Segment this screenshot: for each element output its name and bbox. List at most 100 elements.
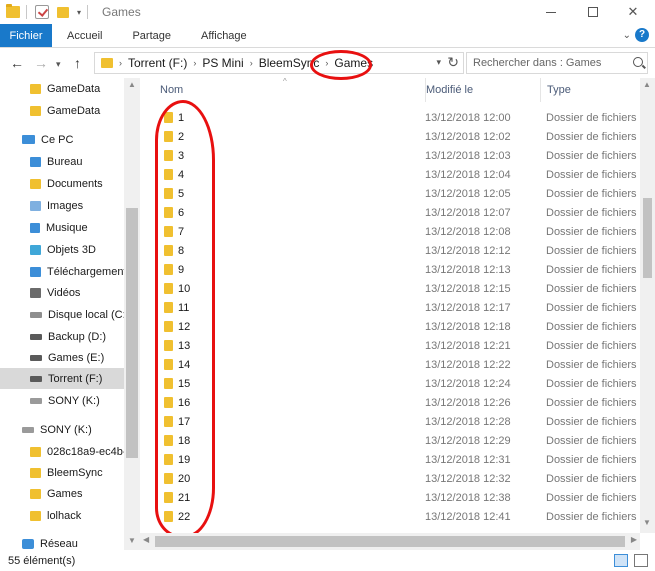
- sidebar-item-objets-3d[interactable]: Objets 3D: [0, 239, 124, 260]
- file-date: 13/12/2018 12:31: [425, 453, 511, 466]
- table-row[interactable]: 15 13/12/2018 12:24 Dossier de fichiers: [140, 374, 640, 393]
- scrollbar-thumb[interactable]: [155, 536, 625, 547]
- sidebar-item-bleemsync[interactable]: BleemSync: [0, 462, 124, 483]
- scroll-up-icon[interactable]: ▲: [643, 80, 651, 89]
- table-row[interactable]: 13 13/12/2018 12:21 Dossier de fichiers: [140, 336, 640, 355]
- new-folder-icon[interactable]: [57, 6, 69, 18]
- minimize-button[interactable]: [528, 0, 574, 24]
- sidebar-item-gamedata[interactable]: GameData: [0, 100, 124, 121]
- sidebar-item-telechargements[interactable]: Téléchargements: [0, 261, 124, 282]
- table-row[interactable]: 6 13/12/2018 12:07 Dossier de fichiers: [140, 203, 640, 222]
- scroll-down-icon[interactable]: ▼: [643, 518, 651, 527]
- table-row[interactable]: 2 13/12/2018 12:02 Dossier de fichiers: [140, 127, 640, 146]
- sidebar-item-sony-root[interactable]: SONY (K:): [0, 419, 124, 440]
- scrollbar-thumb[interactable]: [643, 198, 652, 278]
- table-row[interactable]: 8 13/12/2018 12:12 Dossier de fichiers: [140, 241, 640, 260]
- horizontal-scrollbar[interactable]: ◀ ▶: [140, 533, 640, 550]
- file-list: ^ Nom Modifié le Type 1 13/12/2018 12:00 D…: [140, 78, 640, 533]
- table-row[interactable]: 22 13/12/2018 12:41 Dossier de fichiers: [140, 507, 640, 526]
- scroll-up-icon[interactable]: ▲: [128, 80, 136, 89]
- breadcrumb-ps-mini[interactable]: PS Mini: [202, 56, 243, 70]
- tab-affichage[interactable]: Affichage: [186, 24, 262, 47]
- table-row[interactable]: 14 13/12/2018 12:22 Dossier de fichiers: [140, 355, 640, 374]
- scroll-down-icon[interactable]: ▼: [128, 536, 136, 545]
- column-header-name[interactable]: Nom: [160, 78, 420, 102]
- breadcrumb-chevron-icon[interactable]: ›: [119, 58, 122, 68]
- sidebar-item-gamedata[interactable]: GameData: [0, 78, 124, 99]
- back-arrow-icon[interactable]: ←: [10, 55, 24, 71]
- file-date: 13/12/2018 12:28: [425, 415, 511, 428]
- breadcrumb-chevron-icon[interactable]: ›: [193, 58, 196, 68]
- tab-accueil[interactable]: Accueil: [52, 24, 117, 47]
- table-row[interactable]: 20 13/12/2018 12:32 Dossier de fichiers: [140, 469, 640, 488]
- sidebar-item-games-folder[interactable]: Games: [0, 483, 124, 504]
- sidebar-item-bureau[interactable]: Bureau: [0, 151, 124, 172]
- sidebar-scrollbar[interactable]: ▲ ▼: [124, 78, 140, 550]
- table-row[interactable]: 12 13/12/2018 12:18 Dossier de fichiers: [140, 317, 640, 336]
- desktop-icon: [30, 156, 41, 167]
- table-row[interactable]: 3 13/12/2018 12:03 Dossier de fichiers: [140, 146, 640, 165]
- sidebar-item-reseau[interactable]: Réseau: [0, 533, 124, 550]
- sidebar-item-disque-local[interactable]: Disque local (C:): [0, 304, 124, 325]
- breadcrumb-torrent[interactable]: Torrent (F:): [128, 56, 187, 70]
- table-row[interactable]: 19 13/12/2018 12:31 Dossier de fichiers: [140, 450, 640, 469]
- navigation-pane: GameData GameData Ce PC Bureau Documents…: [0, 78, 124, 550]
- table-row[interactable]: 17 13/12/2018 12:28 Dossier de fichiers: [140, 412, 640, 431]
- computer-icon: [22, 135, 35, 144]
- file-date: 13/12/2018 12:32: [425, 472, 511, 485]
- sidebar-item-label: GameData: [47, 104, 101, 117]
- refresh-icon[interactable]: ↻: [447, 54, 459, 71]
- table-row[interactable]: 9 13/12/2018 12:13 Dossier de fichiers: [140, 260, 640, 279]
- scroll-right-icon[interactable]: ▶: [631, 535, 637, 544]
- folder-icon: [30, 510, 41, 521]
- sidebar-item-ce-pc[interactable]: Ce PC: [0, 129, 124, 150]
- table-row[interactable]: 10 13/12/2018 12:15 Dossier de fichiers: [140, 279, 640, 298]
- table-row[interactable]: 1 13/12/2018 12:00 Dossier de fichiers: [140, 108, 640, 127]
- sidebar-item-games-drive[interactable]: Games (E:): [0, 347, 124, 368]
- properties-icon[interactable]: [35, 5, 49, 19]
- file-list-scrollbar[interactable]: ▲ ▼: [640, 78, 655, 533]
- tab-partage[interactable]: Partage: [117, 24, 186, 47]
- address-bar[interactable]: › Torrent (F:) › PS Mini › BleemSync › G…: [94, 52, 464, 74]
- table-row[interactable]: 5 13/12/2018 12:05 Dossier de fichiers: [140, 184, 640, 203]
- customize-toolbar-chevron-icon[interactable]: ▾: [77, 8, 81, 17]
- scroll-left-icon[interactable]: ◀: [143, 535, 149, 544]
- sidebar-item-028c18a9[interactable]: 028c18a9-ec4b-4: [0, 441, 124, 462]
- sidebar-item-videos[interactable]: Vidéos: [0, 282, 124, 303]
- sidebar-item-documents[interactable]: Documents: [0, 173, 124, 194]
- table-row[interactable]: 18 13/12/2018 12:29 Dossier de fichiers: [140, 431, 640, 450]
- sidebar-item-images[interactable]: Images: [0, 195, 124, 216]
- table-row[interactable]: 11 13/12/2018 12:17 Dossier de fichiers: [140, 298, 640, 317]
- divider: [87, 5, 89, 19]
- sidebar-item-backup[interactable]: Backup (D:): [0, 326, 124, 347]
- status-bar: 55 élément(s): [0, 550, 655, 571]
- file-type: Dossier de fichiers: [546, 225, 637, 238]
- table-row[interactable]: 16 13/12/2018 12:26 Dossier de fichiers: [140, 393, 640, 412]
- scrollbar-thumb[interactable]: [126, 208, 138, 458]
- forward-arrow-icon[interactable]: →: [34, 55, 48, 71]
- file-date: 13/12/2018 12:03: [425, 149, 511, 162]
- expand-ribbon-chevron-icon[interactable]: ⌄: [623, 30, 631, 41]
- close-button[interactable]: ✕: [610, 0, 655, 24]
- file-type: Dossier de fichiers: [546, 301, 637, 314]
- sidebar-item-torrent[interactable]: Torrent (F:): [0, 368, 124, 389]
- breadcrumb-chevron-icon[interactable]: ›: [250, 58, 253, 68]
- tab-fichier[interactable]: Fichier: [0, 24, 52, 47]
- column-header-date[interactable]: Modifié le: [425, 78, 543, 102]
- sidebar-item-musique[interactable]: Musique: [0, 217, 124, 238]
- table-row[interactable]: 7 13/12/2018 12:08 Dossier de fichiers: [140, 222, 640, 241]
- address-history-chevron-icon[interactable]: ▾: [436, 57, 441, 68]
- column-header-type[interactable]: Type: [540, 78, 640, 102]
- up-arrow-icon[interactable]: ↑: [74, 55, 81, 71]
- sidebar-item-sony[interactable]: SONY (K:): [0, 390, 124, 411]
- help-icon[interactable]: ?: [635, 28, 649, 42]
- search-input[interactable]: Rechercher dans : Games: [466, 52, 648, 74]
- recent-locations-chevron-icon[interactable]: ▾: [56, 59, 61, 70]
- sidebar-item-lolhack[interactable]: lolhack: [0, 505, 124, 526]
- file-date: 13/12/2018 12:18: [425, 320, 511, 333]
- file-type: Dossier de fichiers: [546, 377, 637, 390]
- large-icons-view-icon[interactable]: [634, 554, 648, 567]
- table-row[interactable]: 4 13/12/2018 12:04 Dossier de fichiers: [140, 165, 640, 184]
- details-view-icon[interactable]: [614, 554, 628, 567]
- table-row[interactable]: 21 13/12/2018 12:38 Dossier de fichiers: [140, 488, 640, 507]
